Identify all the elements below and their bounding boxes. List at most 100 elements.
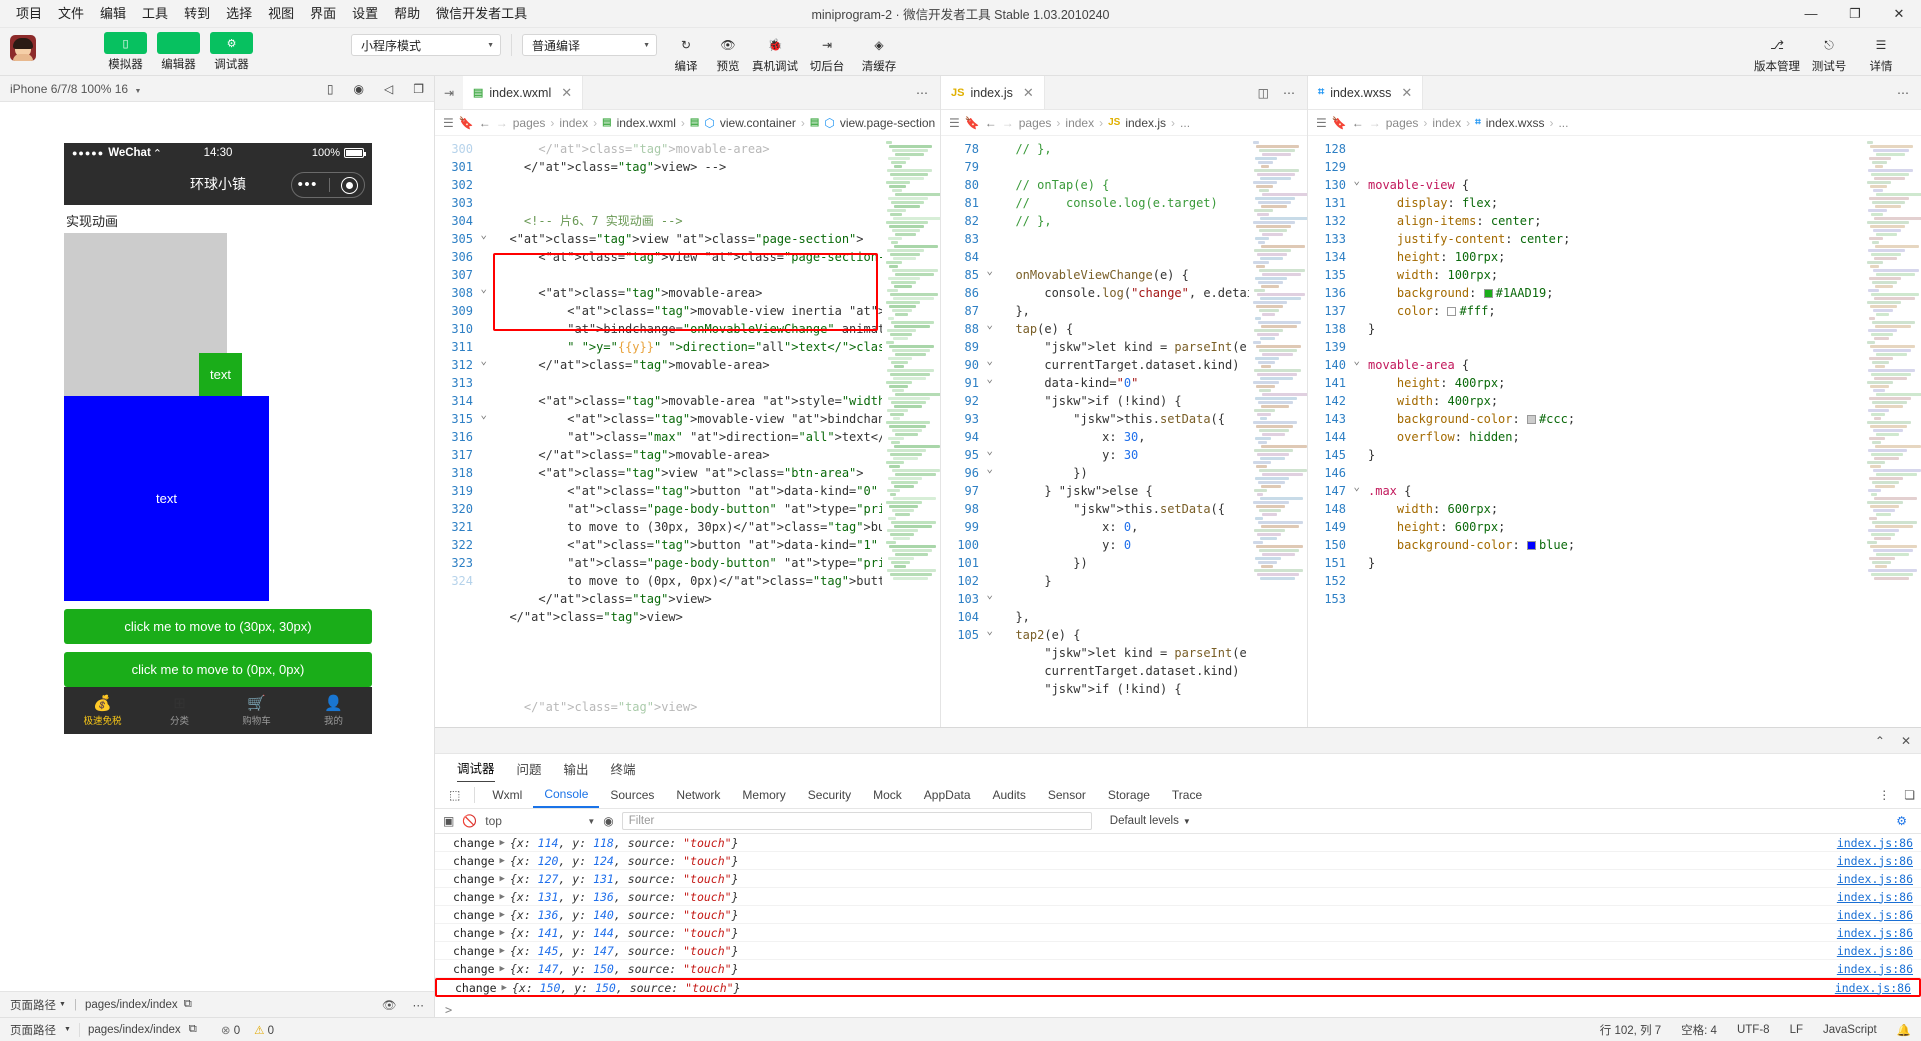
breadcrumb-item[interactable]: ... <box>1180 116 1190 130</box>
bookmark-icon[interactable]: 🔖 <box>965 116 980 130</box>
breadcrumb-item[interactable]: index.js <box>1125 116 1166 130</box>
breadcrumb-item[interactable]: index <box>1065 116 1094 130</box>
more-icon[interactable]: ⋯ <box>413 998 425 1012</box>
devtools-tab-输出[interactable]: 输出 <box>564 755 589 782</box>
avatar[interactable] <box>10 35 36 61</box>
encoding[interactable]: UTF-8 <box>1737 1024 1770 1036</box>
console-log-row[interactable]: change ▶ {x: 120, y: 124, source: "touch"}… <box>435 852 1921 870</box>
record-icon[interactable]: ◉ <box>354 82 364 96</box>
outline-icon[interactable]: ☰ <box>1316 116 1327 130</box>
outline-icon[interactable]: ☰ <box>443 116 454 130</box>
back-arrow-icon[interactable]: ← <box>479 116 491 130</box>
console-log-row[interactable]: change ▶ {x: 127, y: 131, source: "touch"}… <box>435 870 1921 888</box>
breadcrumb-item[interactable]: index <box>1432 116 1461 130</box>
console-tab-sensor[interactable]: Sensor <box>1037 783 1097 807</box>
breadcrumb-item[interactable]: index.wxml <box>617 116 676 130</box>
outline-icon[interactable]: ☰ <box>949 116 960 130</box>
maximize-button[interactable]: ❐ <box>1833 0 1877 28</box>
console-tab-trace[interactable]: Trace <box>1161 783 1213 807</box>
copy-icon[interactable]: ⧉ <box>184 998 192 1011</box>
more-icon[interactable]: ⋯ <box>1283 86 1295 100</box>
close-icon[interactable]: ✕ <box>561 85 572 101</box>
window-icon[interactable]: ❐ <box>413 82 424 96</box>
code-content[interactable]: </"at">class="tag">movable-area> </"at">… <box>481 136 882 727</box>
cursor-position[interactable]: 行 102, 列 7 <box>1600 1022 1661 1038</box>
console-tab-sources[interactable]: Sources <box>599 783 665 807</box>
split-editor-icon[interactable]: ◫ <box>1258 86 1269 100</box>
more-icon[interactable]: ⋯ <box>1897 86 1909 100</box>
sidebar-toggle-icon[interactable]: ▣ <box>443 814 454 828</box>
action-测试号[interactable]: ⎋ 测试号 <box>1803 34 1855 74</box>
log-source-link[interactable]: index.js:86 <box>1835 981 1911 995</box>
back-arrow-icon[interactable]: ← <box>985 116 997 130</box>
phone-tab-极速免税[interactable]: 💰 极速免税 <box>64 695 141 727</box>
log-source-link[interactable]: index.js:86 <box>1837 872 1913 886</box>
devtools-tab-问题[interactable]: 问题 <box>517 755 542 782</box>
menu-item-1[interactable]: 文件 <box>50 2 92 26</box>
mode-select[interactable]: 小程序模式 ▼ <box>351 34 501 56</box>
device-selector[interactable]: iPhone 6/7/8 100% 16 ▼ <box>10 82 141 96</box>
code-content[interactable]: // }, // onTap(e) { // console.log(e.tar… <box>987 136 1249 727</box>
expand-arrow-icon[interactable]: ▶ <box>500 946 505 956</box>
toggle-编辑器[interactable]: 编辑器 <box>157 32 200 72</box>
phone-tab-分类[interactable]: ⊞ 分类 <box>141 695 218 727</box>
menu-item-9[interactable]: 帮助 <box>386 2 428 26</box>
devtools-tab-调试器[interactable]: 调试器 <box>457 754 495 783</box>
file-tab-index.wxss[interactable]: ⌗ index.wxss ✕ <box>1308 76 1424 109</box>
sound-icon[interactable]: ◁ <box>384 82 393 96</box>
log-source-link[interactable]: index.js:86 <box>1837 908 1913 922</box>
console-tab-audits[interactable]: Audits <box>982 783 1037 807</box>
console-log-row[interactable]: change ▶ {x: 147, y: 150, source: "touch"}… <box>435 960 1921 978</box>
chevron-down-icon[interactable]: ▼ <box>64 1026 71 1033</box>
back-arrow-icon[interactable]: ← <box>1352 116 1364 130</box>
toggle-模拟器[interactable]: ▯ 模拟器 <box>104 32 147 72</box>
more-dots-icon[interactable]: ••• <box>298 177 318 192</box>
eol-setting[interactable]: LF <box>1790 1024 1803 1036</box>
expand-arrow-icon[interactable]: ▶ <box>500 874 505 884</box>
movable-view-2[interactable]: text <box>64 396 269 601</box>
log-source-link[interactable]: index.js:86 <box>1837 926 1913 940</box>
code-area[interactable]: 3003013023033043053063073083093103113123… <box>435 136 940 727</box>
minimap[interactable] <box>1249 136 1307 727</box>
menu-item-4[interactable]: 转到 <box>176 2 218 26</box>
phone-tab-购物车[interactable]: 🛒 购物车 <box>218 695 295 727</box>
minimize-button[interactable]: — <box>1789 0 1833 28</box>
console-filter-input[interactable]: Filter <box>621 812 1092 830</box>
breadcrumb-item[interactable]: pages <box>1386 116 1419 130</box>
log-source-link[interactable]: index.js:86 <box>1837 854 1913 868</box>
devtools-tab-终端[interactable]: 终端 <box>611 755 636 782</box>
toggle-调试器[interactable]: ⚙ 调试器 <box>210 32 253 72</box>
menu-item-3[interactable]: 工具 <box>134 2 176 26</box>
minimap[interactable] <box>1863 136 1921 727</box>
expand-arrow-icon[interactable]: ▶ <box>502 983 507 993</box>
action-编译[interactable]: ↻ 编译 <box>665 34 707 74</box>
menu-item-0[interactable]: 项目 <box>8 2 50 26</box>
forward-arrow-icon[interactable]: → <box>1002 116 1014 130</box>
split-icon[interactable]: ⇥ <box>435 76 463 109</box>
device-icon[interactable]: ▯ <box>327 82 334 96</box>
close-button[interactable]: ✕ <box>1877 0 1921 28</box>
expand-arrow-icon[interactable]: ▶ <box>500 928 505 938</box>
eye-icon[interactable]: 👁 <box>382 998 397 1012</box>
console-prompt[interactable]: > <box>435 1001 1921 1017</box>
log-source-link[interactable]: index.js:86 <box>1837 836 1913 850</box>
menu-item-10[interactable]: 微信开发者工具 <box>428 2 535 26</box>
action-切后台[interactable]: ⇥ 切后台 <box>801 34 853 74</box>
compile-select[interactable]: 普通编译 ▼ <box>522 34 657 56</box>
expand-arrow-icon[interactable]: ▶ <box>500 892 505 902</box>
breadcrumb-item[interactable]: pages <box>513 116 546 130</box>
breadcrumb-item[interactable]: view.container <box>720 116 796 130</box>
menu-item-2[interactable]: 编辑 <box>92 2 134 26</box>
chevron-up-icon[interactable]: ⌃ <box>1875 734 1885 748</box>
minimap[interactable] <box>882 136 940 727</box>
console-tab-wxml[interactable]: Wxml <box>481 783 533 807</box>
log-source-link[interactable]: index.js:86 <box>1837 962 1913 976</box>
inspect-element-icon[interactable]: ⬚ <box>441 783 468 807</box>
bell-icon[interactable]: 🔔 <box>1897 1023 1911 1037</box>
forward-arrow-icon[interactable]: → <box>496 116 508 130</box>
expand-arrow-icon[interactable]: ▶ <box>500 910 505 920</box>
console-log-row[interactable]: change ▶ {x: 150, y: 150, source: "touch"}… <box>435 978 1921 997</box>
console-tab-network[interactable]: Network <box>665 783 731 807</box>
log-level-select[interactable]: Default levels ▼ <box>1110 815 1191 827</box>
move-to-0-button[interactable]: click me to move to (0px, 0px) <box>64 652 372 687</box>
